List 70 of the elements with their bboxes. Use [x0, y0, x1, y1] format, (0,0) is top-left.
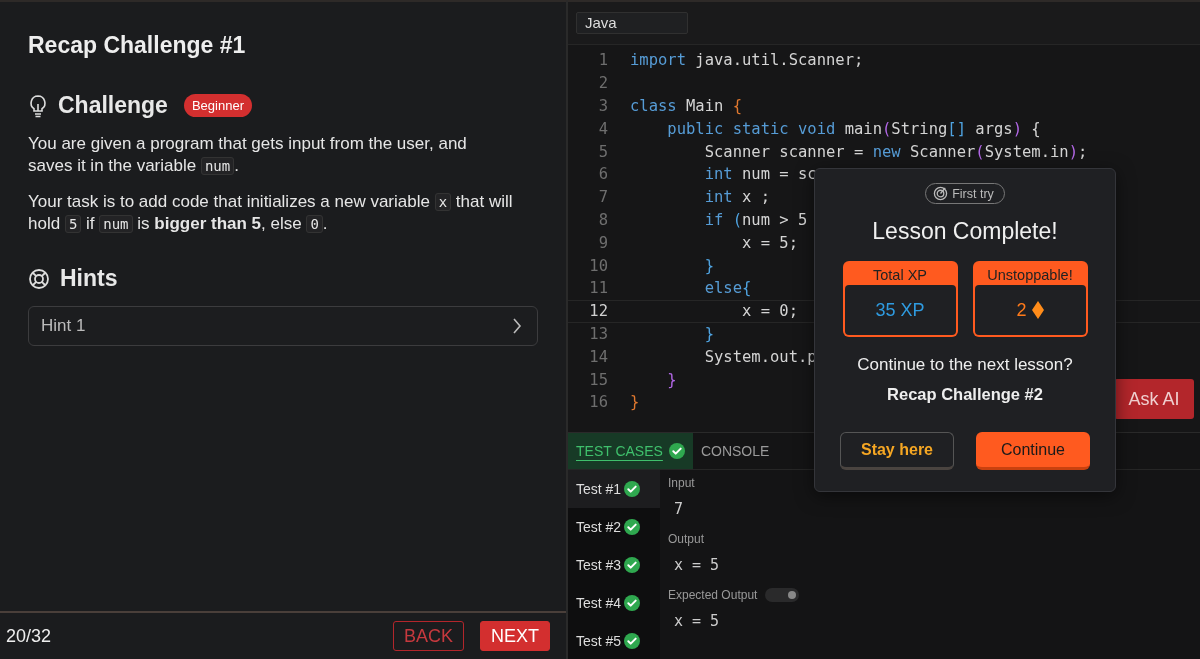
expected-value: x = 5: [673, 611, 721, 632]
stat-label: Unstoppable!: [986, 266, 1074, 285]
line-number: 7: [597, 188, 609, 207]
chevron-icon: [511, 317, 523, 335]
line-number: 13: [588, 324, 609, 343]
toggle-switch[interactable]: [765, 588, 800, 602]
code-line: }: [703, 256, 714, 275]
line-number: 11: [588, 279, 609, 298]
stat-value: 2: [1016, 299, 1027, 321]
field-label: Output: [668, 532, 705, 546]
next-button[interactable]: NEXT: [480, 621, 550, 651]
lifebuoy-icon: [28, 267, 50, 290]
next-lesson-title: Recap Challenge #2: [887, 385, 1043, 404]
section-heading: Hints: [60, 265, 118, 292]
target-icon: [933, 186, 949, 201]
line-number: 10: [588, 256, 609, 275]
panel-tab[interactable]: TEST CASES: [568, 433, 693, 469]
stat-label: Total XP: [872, 266, 928, 285]
stat-value: 35 XP: [875, 299, 925, 321]
line-number: 6: [597, 165, 609, 184]
output-value: x = 5: [673, 555, 721, 576]
test-case-tab[interactable]: Test #5: [568, 622, 660, 659]
diamond-icon: [1031, 301, 1044, 319]
line-number: 1: [597, 51, 609, 70]
stay-button[interactable]: Stay here: [840, 432, 954, 470]
code-line: if (num > 5: [703, 210, 808, 229]
code-line: x = 5;: [740, 233, 798, 252]
line-number: 9: [597, 233, 609, 252]
ask-ai-button[interactable]: Ask AI: [1114, 379, 1194, 419]
hint-item[interactable]: Hint 1: [28, 306, 538, 346]
lightbulb-icon: [28, 93, 48, 118]
line-number: 2: [597, 74, 609, 93]
test-case-tab[interactable]: Test #2: [568, 508, 660, 546]
description-text: You are given a program that gets input from the user, and saves it in the variable num .: [28, 133, 468, 177]
description-text: Your task is to add code that initializes a new variable x that will hold 5 if num is bigger than 5, else 0 .: [28, 191, 513, 235]
code-line: x = 0;: [740, 302, 798, 321]
line-number: 15: [588, 370, 609, 389]
progress-counter: 20/32: [6, 625, 53, 647]
line-number: 14: [588, 347, 609, 366]
line-number: 4: [597, 119, 609, 138]
input-value: 7: [673, 499, 685, 520]
code-line: public static void main(String[] args) {: [666, 119, 1041, 138]
line-number: 5: [597, 142, 609, 161]
line-number: 12: [588, 302, 609, 321]
code-line: }: [630, 393, 640, 412]
lesson-title: Recap Challenge #1: [28, 32, 247, 59]
section-heading: Challenge: [58, 92, 168, 119]
field-label: Input: [668, 476, 695, 490]
code-line: Scanner scanner = new Scanner(System.in);: [703, 142, 1088, 161]
panel-tab[interactable]: CONSOLE: [692, 433, 778, 469]
code-line: int x ;: [703, 188, 770, 207]
code-line: }: [666, 370, 677, 389]
code-line: else{: [703, 279, 752, 298]
test-case-tab[interactable]: Test #4: [568, 584, 660, 622]
level-badge: Beginner: [183, 94, 252, 117]
code-line: }: [703, 324, 714, 343]
prompt-text: Continue to the next lesson?: [857, 355, 1073, 375]
modal-title: Lesson Complete!: [872, 218, 1058, 245]
field-label: Expected Output: [668, 588, 758, 602]
continue-button[interactable]: Continue: [976, 432, 1090, 470]
line-number: 3: [597, 97, 609, 115]
line-number: 16: [588, 393, 609, 412]
test-case-tab[interactable]: Test #3: [568, 546, 660, 584]
code-line: import java.util.Scanner;: [630, 51, 864, 70]
code-line: System.out.p: [703, 347, 817, 366]
line-number: 8: [597, 210, 609, 229]
test-case-tab[interactable]: Test #1: [568, 470, 660, 508]
language-select[interactable]: Java: [576, 12, 688, 34]
code-line: class Main {: [630, 97, 742, 115]
code-line: int num = sc: [703, 165, 817, 184]
